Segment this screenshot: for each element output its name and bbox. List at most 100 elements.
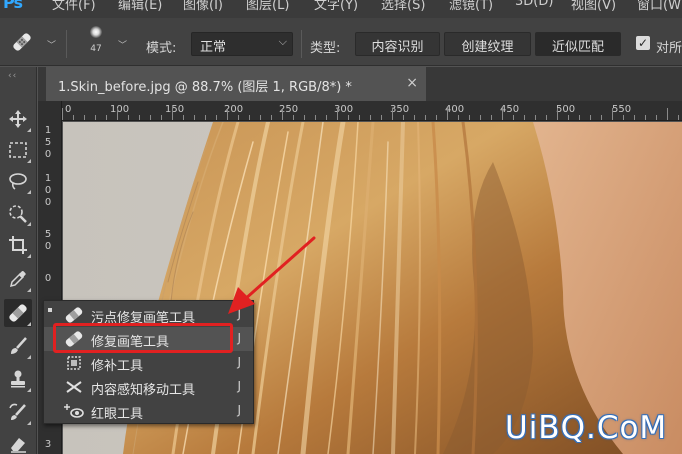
quick-select-icon — [9, 205, 27, 223]
eraser-icon — [11, 438, 26, 453]
menu-item-patch-tool[interactable]: 修补工具 J — [44, 351, 253, 375]
ruler-label: 550 — [612, 104, 632, 115]
chevron-down-icon[interactable]: ﹀ — [118, 38, 127, 51]
sample-all-layers-checkbox[interactable]: ✓ — [636, 36, 650, 50]
ruler-label: 5 0 — [44, 229, 52, 252]
tool-preset-picker[interactable] — [10, 31, 34, 53]
menu-file[interactable]: 文件(F) — [52, 0, 96, 13]
shortcut-key: J — [237, 355, 241, 369]
crop-tool[interactable] — [4, 231, 32, 259]
type-create-texture-button[interactable]: 创建纹理 — [444, 32, 531, 56]
brush-picker[interactable]: 47 — [83, 24, 109, 58]
lasso-tool[interactable] — [4, 167, 32, 195]
menu-edit[interactable]: 编辑(E) — [118, 0, 162, 13]
move-tool[interactable] — [4, 105, 32, 133]
ruler-label: 150 — [165, 104, 185, 115]
eraser-tool[interactable] — [4, 430, 32, 454]
menu-select[interactable]: 选择(S) — [381, 0, 425, 13]
type-label: 类型: — [310, 41, 341, 56]
ruler-tick — [238, 115, 239, 120]
crop-icon — [9, 236, 27, 254]
menu-image[interactable]: 图像(I) — [183, 0, 223, 13]
ruler-tick — [667, 108, 668, 120]
ruler-tick — [150, 115, 151, 120]
site-watermark: UiBQ.CoM — [505, 410, 668, 446]
ruler-origin[interactable] — [38, 101, 62, 121]
menu-filter[interactable]: 滤镜(T) — [449, 0, 493, 13]
shortcut-key: J — [237, 331, 241, 345]
ruler-tick — [447, 108, 448, 120]
ruler-tick — [205, 115, 206, 120]
ruler-tick — [469, 115, 470, 120]
menu-item-red-eye[interactable]: 红眼工具 J — [44, 399, 253, 423]
ruler-tick — [249, 115, 250, 120]
chevron-down-icon[interactable]: ﹀ — [47, 38, 56, 51]
document-title: 1.Skin_before.jpg @ 88.7% (图层 1, RGB/8*)… — [58, 80, 352, 95]
stamp-tool[interactable] — [4, 365, 32, 393]
history-brush-tool[interactable] — [4, 398, 32, 426]
ruler-tick — [579, 115, 580, 120]
healing-brush-tool[interactable] — [4, 299, 32, 327]
menu-type[interactable]: 文字(Y) — [314, 0, 358, 13]
menu-view[interactable]: 视图(V) — [571, 0, 616, 13]
panel-grip-icon[interactable]: ‹‹ — [8, 71, 17, 81]
ruler-label: 3 — [44, 439, 52, 450]
ruler-tick — [194, 115, 195, 120]
ruler-tick — [337, 108, 338, 120]
ruler-tick — [524, 115, 525, 120]
menu-item-label: 红眼工具 — [91, 407, 144, 422]
ruler-tick — [502, 108, 503, 120]
menu-item-content-aware-move[interactable]: 内容感知移动工具 J — [44, 375, 253, 399]
ruler-tick — [84, 115, 85, 120]
menu-3d[interactable]: 3D(D) — [515, 0, 553, 9]
quick-select-tool[interactable] — [4, 199, 32, 227]
red-eye-icon — [64, 403, 84, 419]
bandage-icon — [9, 304, 27, 322]
ruler-tick — [315, 115, 316, 120]
tool-group-indicator — [27, 190, 31, 194]
tool-group-indicator — [27, 288, 31, 292]
menu-layer[interactable]: 图层(L) — [246, 0, 289, 13]
tool-group-indicator — [27, 421, 31, 425]
mode-label: 模式: — [146, 41, 177, 56]
shortcut-key: J — [237, 403, 241, 417]
ruler-tick — [73, 115, 74, 120]
close-icon[interactable]: × — [406, 75, 418, 91]
ruler-tick — [623, 115, 624, 120]
menu-bar: Ps 文件(F) 编辑(E) 图像(I) 图层(L) 文字(Y) 选择(S) 滤… — [0, 0, 682, 18]
ruler-label: 0 — [65, 104, 72, 115]
tool-group-indicator — [27, 254, 31, 258]
type-proximity-match-button[interactable]: 近似匹配 — [535, 32, 621, 56]
marquee-tool[interactable] — [4, 136, 32, 164]
tools-panel: ‹‹ — [0, 67, 37, 454]
history-brush-icon — [9, 403, 26, 420]
ruler-tick — [282, 108, 283, 120]
stamp-icon — [11, 370, 25, 388]
ruler-tick — [590, 115, 591, 120]
menu-window[interactable]: 窗口(W) — [637, 0, 682, 13]
mode-select[interactable]: 正常 ⌵ — [191, 32, 293, 56]
horizontal-ruler[interactable]: 0 100 150 200 250 300 350 400 450 500 55… — [62, 101, 682, 121]
ruler-label: 0 — [44, 273, 52, 284]
divider — [301, 30, 302, 58]
ruler-tick — [480, 115, 481, 120]
document-tab[interactable]: 1.Skin_before.jpg @ 88.7% (图层 1, RGB/8*)… — [46, 67, 426, 101]
tool-group-indicator — [27, 388, 31, 392]
ruler-tick — [172, 108, 173, 120]
ruler-tick — [513, 115, 514, 120]
brush-tool[interactable] — [4, 332, 32, 360]
shortcut-key: J — [237, 307, 241, 321]
eyedropper-icon — [9, 271, 26, 288]
ruler-tick — [568, 115, 569, 120]
highlight-box — [53, 323, 233, 353]
ruler-tick — [414, 115, 415, 120]
menu-item-label: 内容感知移动工具 — [91, 383, 196, 398]
ruler-tick — [117, 108, 118, 120]
ruler-tick — [293, 115, 294, 120]
ruler-tick — [183, 115, 184, 120]
eyedropper-tool[interactable] — [4, 265, 32, 293]
ruler-tick — [161, 115, 162, 120]
ruler-tick — [546, 115, 547, 120]
type-content-aware-button[interactable]: 内容识别 — [355, 32, 440, 56]
ruler-tick — [634, 115, 635, 120]
